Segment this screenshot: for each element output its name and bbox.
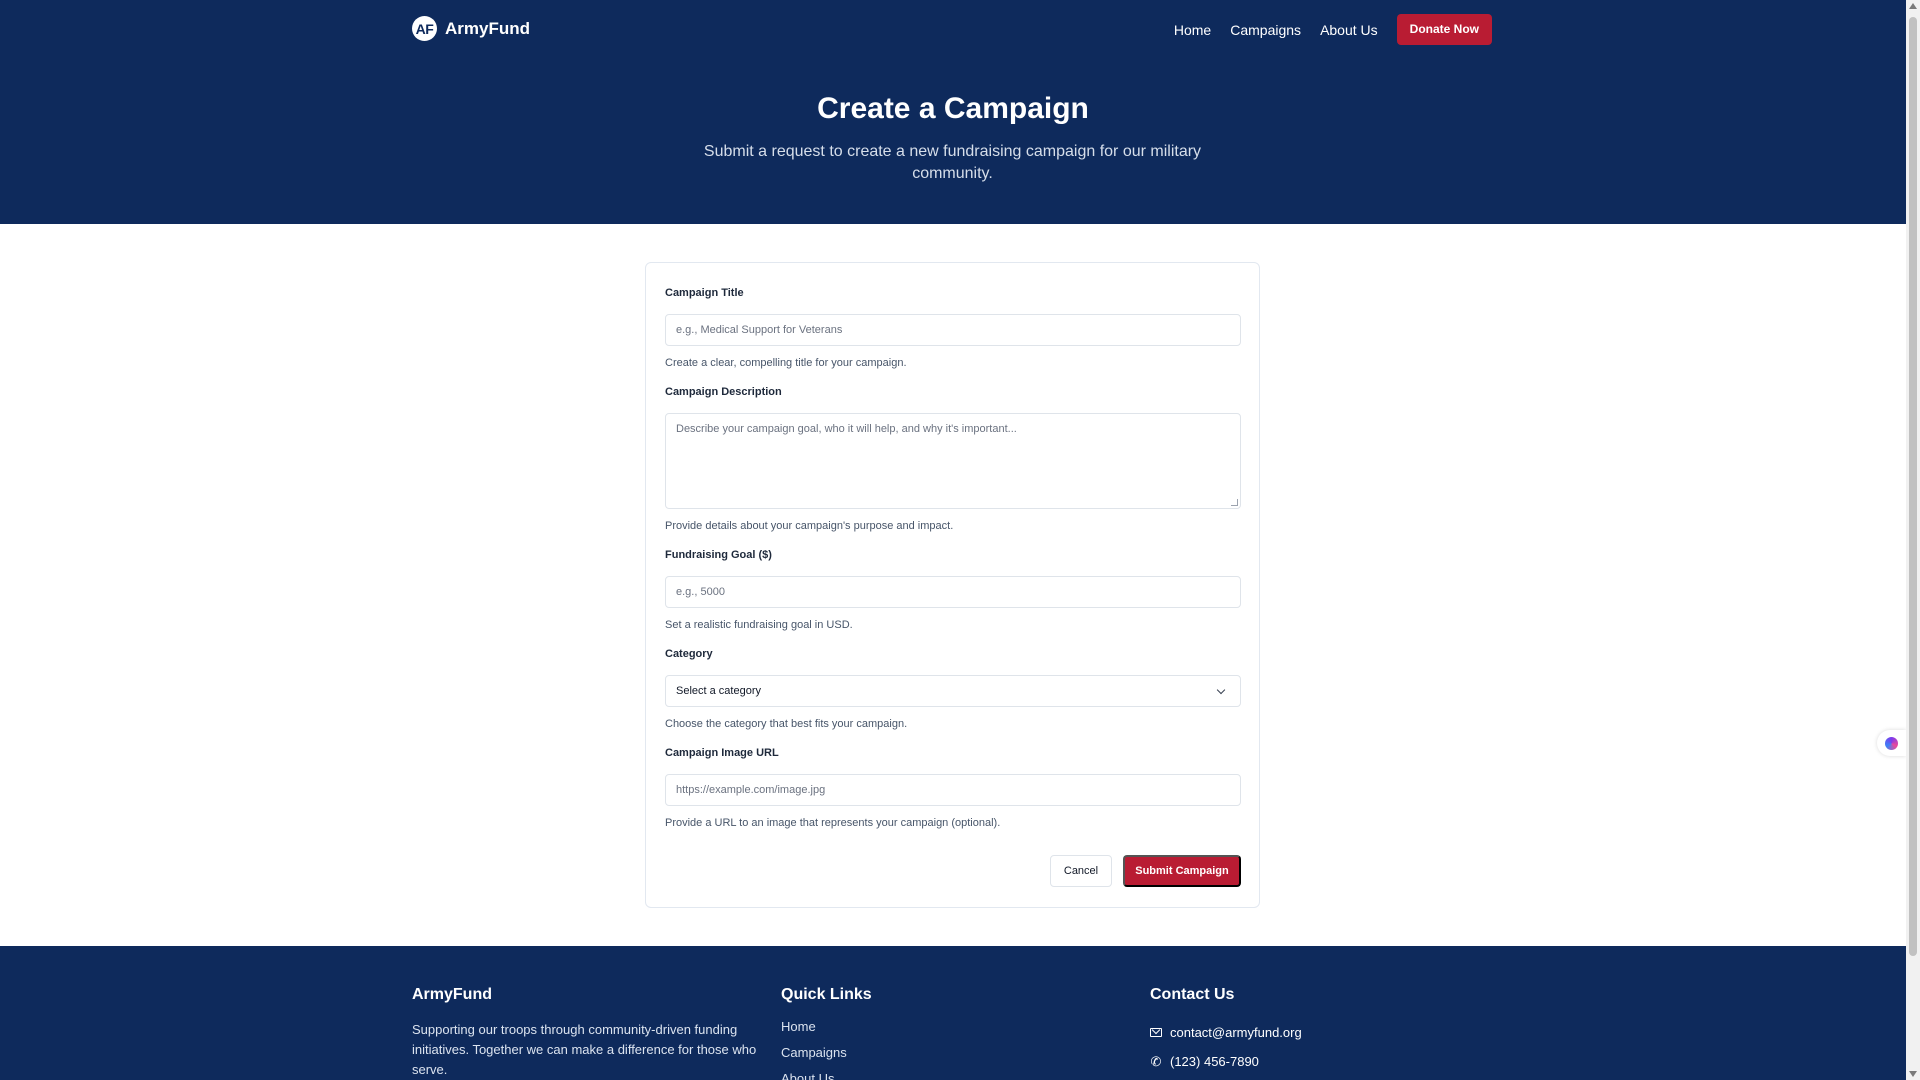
campaign-description-label: Campaign Description — [665, 386, 782, 398]
fundraising-goal-input[interactable]: e.g., 5000 — [665, 576, 1241, 608]
campaign-form: Campaign Title e.g., Medical Support for… — [645, 262, 1260, 908]
campaign-image-input[interactable]: https://example.com/image.jpg — [665, 774, 1241, 806]
footer-link-campaigns[interactable]: Campaigns — [781, 1045, 872, 1071]
scroll-up-icon[interactable] — [1909, 3, 1917, 9]
nav-about-link[interactable]: About Us — [1320, 22, 1378, 38]
footer-link-about[interactable]: About Us — [781, 1071, 872, 1080]
fundraising-goal-help: Set a realistic fundraising goal in USD. — [665, 619, 853, 631]
contact-phone: (123) 456-7890 — [1170, 1054, 1259, 1069]
footer-contact-heading: Contact Us — [1150, 986, 1235, 1003]
campaign-image-label: Campaign Image URL — [665, 747, 779, 759]
campaign-description-help: Provide details about your campaign's pu… — [665, 520, 954, 532]
mail-icon — [1150, 1028, 1162, 1037]
contact-email-row[interactable]: contact@armyfund.org — [1150, 1018, 1302, 1047]
category-select[interactable]: Select a category — [665, 675, 1241, 707]
extension-icon — [1885, 736, 1898, 750]
submit-campaign-button[interactable]: Submit Campaign — [1123, 855, 1241, 887]
footer-about-heading: ArmyFund — [412, 986, 492, 1003]
footer-about: ArmyFund Supporting our troops through c… — [412, 986, 757, 1080]
donate-now-button[interactable]: Donate Now — [1396, 14, 1492, 45]
campaign-title-group: Campaign Title e.g., Medical Support for… — [665, 287, 1241, 369]
category-selected-value: Select a category — [676, 685, 761, 697]
footer-quick-links: Quick Links Home Campaigns About Us — [781, 986, 872, 1080]
browser-extension-widget[interactable] — [1877, 730, 1906, 756]
campaign-image-group: Campaign Image URL https://example.com/i… — [665, 747, 1241, 829]
scroll-down-icon[interactable] — [1909, 1071, 1917, 1077]
campaign-title-label: Campaign Title — [665, 287, 744, 299]
scrollbar-thumb[interactable] — [1909, 17, 1917, 956]
category-group: Category Select a category Choose the ca… — [665, 648, 1241, 730]
site-header: AF ArmyFund Home Campaigns About Us Dona… — [0, 0, 1906, 224]
campaign-image-help: Provide a URL to an image that represent… — [665, 817, 1001, 829]
footer-contact: Contact Us contact@armyfund.org ✆ (123) … — [1150, 986, 1302, 1076]
site-footer: ArmyFund Supporting our troops through c… — [0, 946, 1906, 1080]
resize-handle-icon[interactable] — [1231, 499, 1238, 506]
brand-name: ArmyFund — [445, 18, 530, 38]
brand[interactable]: AF ArmyFund — [412, 16, 530, 41]
fundraising-goal-group: Fundraising Goal ($) e.g., 5000 Set a re… — [665, 549, 1241, 631]
phone-icon: ✆ — [1150, 1053, 1162, 1069]
contact-email: contact@armyfund.org — [1170, 1025, 1302, 1040]
page-scrollbar[interactable] — [1906, 0, 1920, 1080]
nav-campaigns-link[interactable]: Campaigns — [1230, 22, 1301, 38]
category-help: Choose the category that best fits your … — [665, 718, 908, 730]
logo-icon: AF — [412, 16, 437, 41]
nav-home-link[interactable]: Home — [1174, 22, 1211, 38]
campaign-title-input[interactable]: e.g., Medical Support for Veterans — [665, 314, 1241, 346]
chevron-down-icon — [1216, 685, 1226, 694]
category-label: Category — [665, 648, 713, 660]
campaign-description-placeholder: Describe your campaign goal, who it will… — [676, 423, 1017, 435]
main-nav: Home Campaigns About Us Donate Now — [1155, 14, 1492, 45]
fundraising-goal-label: Fundraising Goal ($) — [665, 549, 772, 561]
page-subtitle: Submit a request to create a new fundrai… — [703, 143, 1202, 182]
campaign-description-group: Campaign Description Describe your campa… — [665, 386, 1241, 532]
footer-about-text: Supporting our troops through community-… — [412, 1022, 757, 1077]
contact-phone-row[interactable]: ✆ (123) 456-7890 — [1150, 1047, 1302, 1076]
cancel-button[interactable]: Cancel — [1050, 855, 1112, 887]
campaign-title-help: Create a clear, compelling title for you… — [665, 357, 907, 369]
footer-quick-links-heading: Quick Links — [781, 986, 872, 1003]
footer-link-home[interactable]: Home — [781, 1019, 872, 1045]
campaign-description-textarea[interactable]: Describe your campaign goal, who it will… — [665, 413, 1241, 509]
page-title: Create a Campaign — [817, 92, 1089, 125]
